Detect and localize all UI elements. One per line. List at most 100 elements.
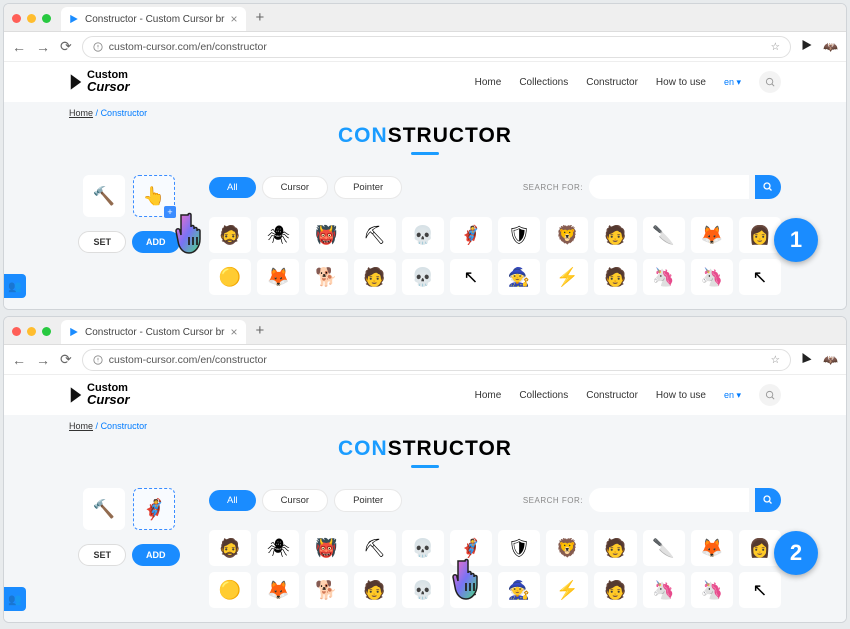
cursor-grid-item[interactable]: 🟡 xyxy=(209,572,251,608)
browser-tab[interactable]: Constructor - Custom Cursor br × xyxy=(61,320,246,344)
minimize-window[interactable] xyxy=(27,327,36,336)
close-tab-icon[interactable]: × xyxy=(230,325,237,339)
site-logo[interactable]: CustomCursor xyxy=(69,384,130,406)
cursor-grid-item[interactable]: 🦊 xyxy=(691,530,733,566)
cursor-grid-item[interactable]: 🛡 xyxy=(498,217,540,253)
cursor-grid-item[interactable]: 🧑 xyxy=(354,259,396,295)
cursor-grid-item[interactable]: 🟡 xyxy=(209,259,251,295)
cursor-grid-item[interactable]: ↖ xyxy=(739,259,781,295)
nav-constructor[interactable]: Constructor xyxy=(586,390,638,401)
add-pointer-icon[interactable]: + xyxy=(164,206,176,218)
cursor-grid-item[interactable]: ↖ xyxy=(450,572,492,608)
cursor-grid-item[interactable]: ⚡ xyxy=(546,259,588,295)
cursor-grid-item[interactable]: ⛏ xyxy=(354,217,396,253)
site-logo[interactable]: CustomCursor xyxy=(69,71,130,93)
cursor-grid-item[interactable]: 🔪 xyxy=(643,530,685,566)
cursor-grid-item[interactable]: ↖ xyxy=(739,572,781,608)
cursor-grid-item[interactable]: 🦁 xyxy=(546,217,588,253)
set-button[interactable]: SET xyxy=(78,231,126,253)
cursor-extension-icon[interactable] xyxy=(801,351,813,368)
forward-button[interactable]: → xyxy=(36,352,50,368)
language-selector[interactable]: en ▾ xyxy=(724,390,741,401)
bookmark-icon[interactable]: ☆ xyxy=(771,41,780,53)
cursor-grid-item[interactable]: 🐕 xyxy=(305,572,347,608)
cursor-grid-item[interactable]: 🦊 xyxy=(257,572,299,608)
cursor-grid-item[interactable]: 🦊 xyxy=(691,217,733,253)
nav-home[interactable]: Home xyxy=(475,390,502,401)
language-selector[interactable]: en ▾ xyxy=(724,77,741,88)
maximize-window[interactable] xyxy=(42,327,51,336)
cursor-grid-item[interactable]: 🧑 xyxy=(594,572,636,608)
cursor-grid-item[interactable]: 🕷 xyxy=(257,530,299,566)
cursor-grid-item[interactable]: 🔪 xyxy=(643,217,685,253)
filter-pointer[interactable]: Pointer xyxy=(334,489,402,512)
maximize-window[interactable] xyxy=(42,14,51,23)
cursor-grid-item[interactable]: 🦄 xyxy=(691,572,733,608)
nav-home[interactable]: Home xyxy=(475,77,502,88)
cursor-grid-item[interactable]: 👹 xyxy=(305,217,347,253)
forward-button[interactable]: → xyxy=(36,39,50,55)
nav-constructor[interactable]: Constructor xyxy=(586,77,638,88)
cursor-grid-item[interactable]: ⚡ xyxy=(546,572,588,608)
close-window[interactable] xyxy=(12,14,21,23)
pointer-slot-empty[interactable]: 👆 + xyxy=(133,175,175,217)
filter-all[interactable]: All xyxy=(209,177,256,198)
search-button[interactable] xyxy=(755,488,781,512)
minimize-window[interactable] xyxy=(27,14,36,23)
nav-collections[interactable]: Collections xyxy=(519,390,568,401)
cursor-grid-item[interactable]: 💀 xyxy=(402,572,444,608)
cursor-extension-icon[interactable] xyxy=(801,38,813,55)
browser-tab[interactable]: Constructor - Custom Cursor br × xyxy=(61,7,246,31)
cursor-grid-item[interactable]: 🧑 xyxy=(594,530,636,566)
header-search-icon[interactable] xyxy=(759,384,781,406)
close-tab-icon[interactable]: × xyxy=(230,12,237,26)
cursor-grid-item[interactable]: 👹 xyxy=(305,530,347,566)
feedback-tab[interactable]: 👥 xyxy=(4,587,26,611)
cursor-grid-item[interactable]: 🦸 xyxy=(450,530,492,566)
nav-howto[interactable]: How to use xyxy=(656,77,706,88)
bookmark-icon[interactable]: ☆ xyxy=(771,354,780,366)
url-field[interactable]: custom-cursor.com/en/constructor ☆ xyxy=(82,349,791,371)
add-button[interactable]: ADD xyxy=(132,544,180,566)
cursor-grid-item[interactable]: 🦄 xyxy=(643,259,685,295)
reload-button[interactable]: ⟳ xyxy=(60,38,72,55)
search-button[interactable] xyxy=(755,175,781,199)
cursor-grid-item[interactable]: 🧙 xyxy=(498,572,540,608)
filter-cursor[interactable]: Cursor xyxy=(262,489,329,512)
reload-button[interactable]: ⟳ xyxy=(60,351,72,368)
url-field[interactable]: custom-cursor.com/en/constructor ☆ xyxy=(82,36,791,58)
filter-cursor[interactable]: Cursor xyxy=(262,176,329,199)
back-button[interactable]: ← xyxy=(12,352,26,368)
cursor-grid-item[interactable]: 🧑 xyxy=(594,217,636,253)
batman-extension-icon[interactable]: 🦇 xyxy=(823,353,838,367)
cursor-grid-item[interactable]: 🧔 xyxy=(209,530,251,566)
set-button[interactable]: SET xyxy=(78,544,126,566)
pointer-slot-filled[interactable]: 🦸 xyxy=(133,488,175,530)
cursor-grid-item[interactable]: 💀 xyxy=(402,259,444,295)
cursor-grid-item[interactable]: 🦄 xyxy=(691,259,733,295)
back-button[interactable]: ← xyxy=(12,39,26,55)
cursor-grid-item[interactable]: 🦊 xyxy=(257,259,299,295)
cursor-grid-item[interactable]: 💀 xyxy=(402,530,444,566)
cursor-grid-item[interactable]: 🧑 xyxy=(594,259,636,295)
feedback-tab[interactable]: 👥 xyxy=(4,274,26,298)
filter-pointer[interactable]: Pointer xyxy=(334,176,402,199)
add-button[interactable]: ADD xyxy=(132,231,180,253)
cursor-grid-item[interactable]: ↖ xyxy=(450,259,492,295)
cursor-grid-item[interactable]: 🕷 xyxy=(257,217,299,253)
cursor-grid-item[interactable]: 🦄 xyxy=(643,572,685,608)
nav-collections[interactable]: Collections xyxy=(519,77,568,88)
cursor-grid-item[interactable]: 🦁 xyxy=(546,530,588,566)
cursor-grid-item[interactable]: 🦸 xyxy=(450,217,492,253)
cursor-grid-item[interactable]: 🧑 xyxy=(354,572,396,608)
cursor-grid-item[interactable]: ⛏ xyxy=(354,530,396,566)
new-tab-button[interactable]: + xyxy=(246,9,275,31)
search-input[interactable] xyxy=(589,488,749,512)
cursor-grid-item[interactable]: 🧔 xyxy=(209,217,251,253)
batman-extension-icon[interactable]: 🦇 xyxy=(823,40,838,54)
new-tab-button[interactable]: + xyxy=(246,322,275,344)
search-input[interactable] xyxy=(589,175,749,199)
breadcrumb-home[interactable]: Home xyxy=(69,421,93,431)
header-search-icon[interactable] xyxy=(759,71,781,93)
cursor-grid-item[interactable]: 🛡 xyxy=(498,530,540,566)
